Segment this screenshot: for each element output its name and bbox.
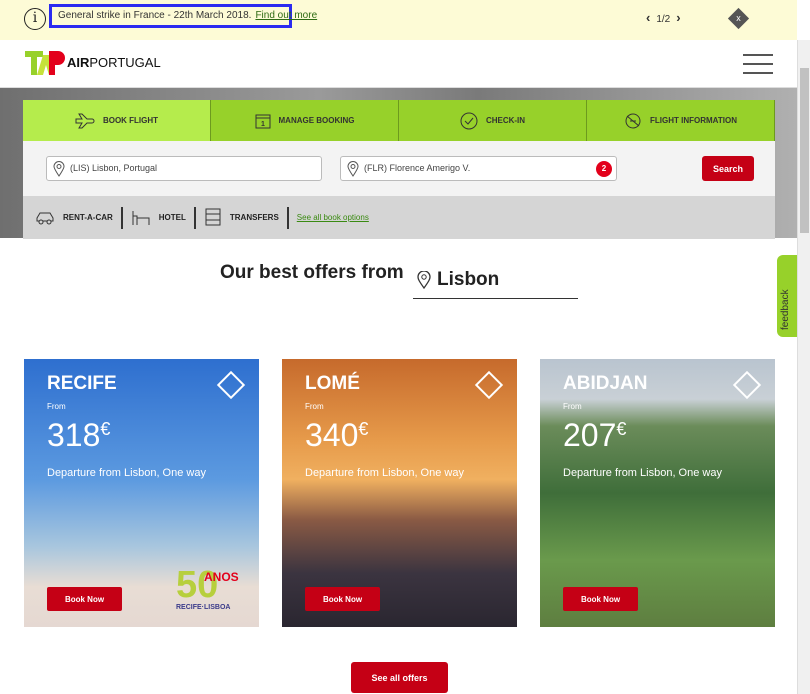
recife-50-anos-logo: 50ANOSRECIFE·LISBOA	[176, 564, 239, 611]
plane-icon	[75, 113, 95, 128]
bus-icon	[205, 208, 221, 225]
hotel-icon	[132, 210, 150, 225]
card-price: 340€	[305, 417, 369, 453]
card-departure: Departure from Lisbon, One way	[305, 467, 464, 479]
share-icon[interactable]	[732, 370, 762, 400]
chevron-right-icon[interactable]: ›	[676, 10, 680, 25]
tab-flight-information[interactable]: FLIGHT INFORMATION	[587, 100, 775, 141]
book-now-button[interactable]: Book Now	[47, 587, 122, 611]
close-icon: x	[736, 13, 741, 23]
offer-card-lome[interactable]: LOMÉ From 340€ Departure from Lisbon, On…	[282, 359, 517, 627]
close-banner-button[interactable]: x	[727, 7, 750, 30]
svg-text:ANOS: ANOS	[204, 570, 239, 584]
chevron-left-icon[interactable]: ‹	[646, 10, 650, 25]
notice-text: General strike in France - 22th March 20…	[49, 4, 317, 28]
card-price: 318€	[47, 417, 111, 453]
origin-city-select[interactable]: Lisbon	[413, 268, 578, 299]
scrollbar[interactable]	[797, 40, 810, 694]
calendar-icon: 1	[255, 114, 270, 129]
feedback-label: feedback	[780, 289, 791, 330]
car-icon	[36, 212, 54, 224]
card-price: 207€	[563, 417, 627, 453]
see-all-offers-button[interactable]: See all offers	[351, 662, 448, 693]
search-button[interactable]: Search	[702, 156, 754, 181]
origin-input[interactable]: (LIS) Lisbon, Portugal	[46, 156, 322, 181]
card-from: From	[563, 402, 582, 411]
tab-manage-booking[interactable]: 1 MANAGE BOOKING	[211, 100, 399, 141]
share-icon[interactable]	[474, 370, 504, 400]
tab-book-flight[interactable]: BOOK FLIGHT	[23, 100, 211, 147]
destination-badge: 2	[596, 161, 612, 177]
pager-count: 1/2	[656, 14, 671, 25]
offer-card-recife[interactable]: 50 ANOS RECIFE·LISBOA RECIFE From 318€ Dep…	[24, 359, 259, 627]
card-departure: Departure from Lisbon, One way	[47, 467, 206, 479]
card-city: LOMÉ	[305, 373, 360, 394]
rent-a-car-link[interactable]: RENT-A-CAR	[35, 206, 123, 229]
svg-text:1: 1	[261, 121, 265, 128]
see-all-book-options-link[interactable]: See all book options	[297, 213, 369, 222]
card-from: From	[47, 402, 66, 411]
location-pin-icon	[417, 271, 431, 289]
share-icon[interactable]	[216, 370, 246, 400]
card-from: From	[305, 402, 324, 411]
destination-input[interactable]: (FLR) Florence Amerigo V. 2	[340, 156, 617, 181]
offer-card-abidjan[interactable]: ABIDJAN From 207€ Departure from Lisbon,…	[540, 359, 775, 627]
notice-pager: ‹ 1/2 ›	[640, 10, 687, 25]
offers-title: Our best offers from	[220, 262, 404, 283]
hotel-link[interactable]: HOTEL	[131, 206, 196, 229]
find-out-more-link[interactable]: Find out more	[255, 10, 317, 21]
check-icon	[460, 112, 478, 129]
flight-info-icon	[625, 113, 641, 128]
book-now-button[interactable]: Book Now	[563, 587, 638, 611]
scrollbar-thumb[interactable]	[800, 68, 809, 233]
info-icon: i	[24, 8, 46, 30]
booking-widget: BOOK FLIGHT 1 MANAGE BOOKING CHECK-IN FLI…	[23, 100, 775, 239]
feedback-tab[interactable]: feedback	[777, 255, 797, 337]
card-city: ABIDJAN	[563, 373, 648, 394]
svg-text:RECIFE·LISBOA: RECIFE·LISBOA	[176, 604, 230, 611]
card-city: RECIFE	[47, 373, 117, 394]
transfers-link[interactable]: TRANSFERS	[204, 206, 289, 229]
brand-name: AIRPORTUGAL	[67, 55, 161, 70]
location-pin-icon	[347, 161, 359, 177]
book-now-button[interactable]: Book Now	[305, 587, 380, 611]
location-pin-icon	[53, 161, 65, 177]
notice-message: General strike in France - 22th March 20…	[58, 10, 252, 21]
tap-logo[interactable]	[25, 51, 65, 75]
tab-check-in[interactable]: CHECK-IN	[399, 100, 587, 141]
notice-banner: i General strike in France - 22th March …	[0, 0, 797, 40]
hamburger-menu-icon[interactable]	[743, 54, 773, 81]
card-departure: Departure from Lisbon, One way	[563, 467, 722, 479]
site-header: AIRPORTUGAL	[0, 40, 797, 88]
